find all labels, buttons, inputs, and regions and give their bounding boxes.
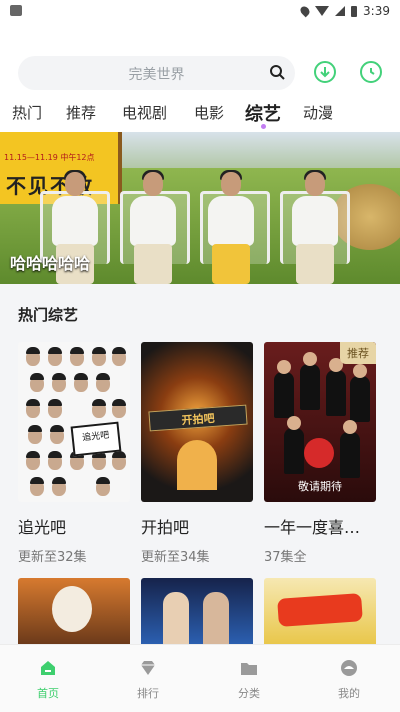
show-poster[interactable] xyxy=(18,578,130,644)
history-button[interactable] xyxy=(360,61,382,83)
show-poster[interactable] xyxy=(264,578,376,644)
nav-label: 首页 xyxy=(37,687,59,700)
folder-icon xyxy=(241,663,257,675)
banner-sign-date: 11.15—11.19 中午12点 xyxy=(4,153,95,162)
tab-hot[interactable]: 热门 xyxy=(12,102,42,123)
poster-door xyxy=(177,440,217,490)
show-poster[interactable] xyxy=(141,578,253,644)
show-poster[interactable]: 开拍吧 xyxy=(141,342,253,502)
battery-icon xyxy=(351,5,358,17)
diamond-icon xyxy=(141,661,155,675)
nav-label: 排行 xyxy=(137,687,159,700)
show-episodes: 更新至34集 xyxy=(141,550,210,565)
location-icon xyxy=(298,4,312,18)
section-title: 热门综艺 xyxy=(18,306,79,324)
show-card[interactable]: 开拍吧 开拍吧 更新至34集 xyxy=(141,342,253,565)
wifi-icon xyxy=(315,6,330,16)
show-poster[interactable]: 敬请期待 推荐 xyxy=(264,342,376,502)
nav-profile[interactable]: 我的 xyxy=(319,659,379,701)
poster-logo: 开拍吧 xyxy=(148,404,248,432)
home-icon xyxy=(41,661,55,675)
poster-logo: 追光吧 xyxy=(70,421,122,457)
show-title[interactable]: 一年一度喜… xyxy=(264,514,376,538)
tab-variety[interactable]: 综艺 xyxy=(245,100,281,126)
hero-banner[interactable]: 11.15—11.19 中午12点 不见不散 哈哈哈哈哈 xyxy=(0,132,400,284)
clock-icon xyxy=(370,68,375,75)
nav-ranking[interactable]: 排行 xyxy=(118,659,178,701)
show-episodes: 更新至32集 xyxy=(18,550,87,565)
profile-icon xyxy=(341,660,357,676)
poster-flowers xyxy=(304,438,334,468)
status-bar: 3:39 xyxy=(0,0,400,24)
show-episodes: 37集全 xyxy=(264,550,307,565)
show-poster[interactable]: 追光吧 xyxy=(18,342,130,502)
search-icon[interactable] xyxy=(269,64,285,80)
poster-caption: 敬请期待 xyxy=(298,480,342,493)
show-card[interactable]: 追光吧 追光吧 更新至32集 xyxy=(18,342,130,565)
search-row: 完美世界 xyxy=(18,56,382,92)
nav-label: 分类 xyxy=(238,687,260,700)
tab-recommend[interactable]: 推荐 xyxy=(66,102,96,123)
variety-section: 热门综艺 追光吧 追光吧 更新至32集 开拍吧 开拍吧 更新至34集 敬请期待 … xyxy=(0,284,400,644)
tab-movie[interactable]: 电影 xyxy=(194,102,224,123)
tab-anime[interactable]: 动漫 xyxy=(303,102,333,123)
search-input[interactable]: 完美世界 xyxy=(18,56,295,90)
recommend-badge: 推荐 xyxy=(340,342,376,364)
gallery-icon xyxy=(10,5,22,16)
show-card[interactable]: 敬请期待 推荐 一年一度喜… 37集全 xyxy=(264,342,376,565)
status-time: 3:39 xyxy=(363,4,390,18)
cast-member xyxy=(202,170,260,284)
download-button[interactable] xyxy=(314,61,336,83)
download-icon xyxy=(320,67,330,78)
cast-member xyxy=(286,170,344,284)
bottom-nav: 首页 排行 分类 我的 xyxy=(0,644,400,712)
active-tab-indicator xyxy=(261,124,266,129)
cast-member xyxy=(124,170,182,284)
category-tabs: 热门 推荐 电视剧 电影 综艺 动漫 xyxy=(0,100,400,130)
search-placeholder: 完美世界 xyxy=(128,67,185,83)
tab-tv[interactable]: 电视剧 xyxy=(122,102,167,123)
show-title[interactable]: 追光吧 xyxy=(18,514,130,538)
nav-category[interactable]: 分类 xyxy=(219,659,279,701)
banner-caption: 哈哈哈哈哈 xyxy=(10,254,91,273)
nav-label: 我的 xyxy=(338,687,360,700)
show-title[interactable]: 开拍吧 xyxy=(141,514,253,538)
nav-home[interactable]: 首页 xyxy=(18,659,78,701)
signal-icon xyxy=(335,6,346,16)
